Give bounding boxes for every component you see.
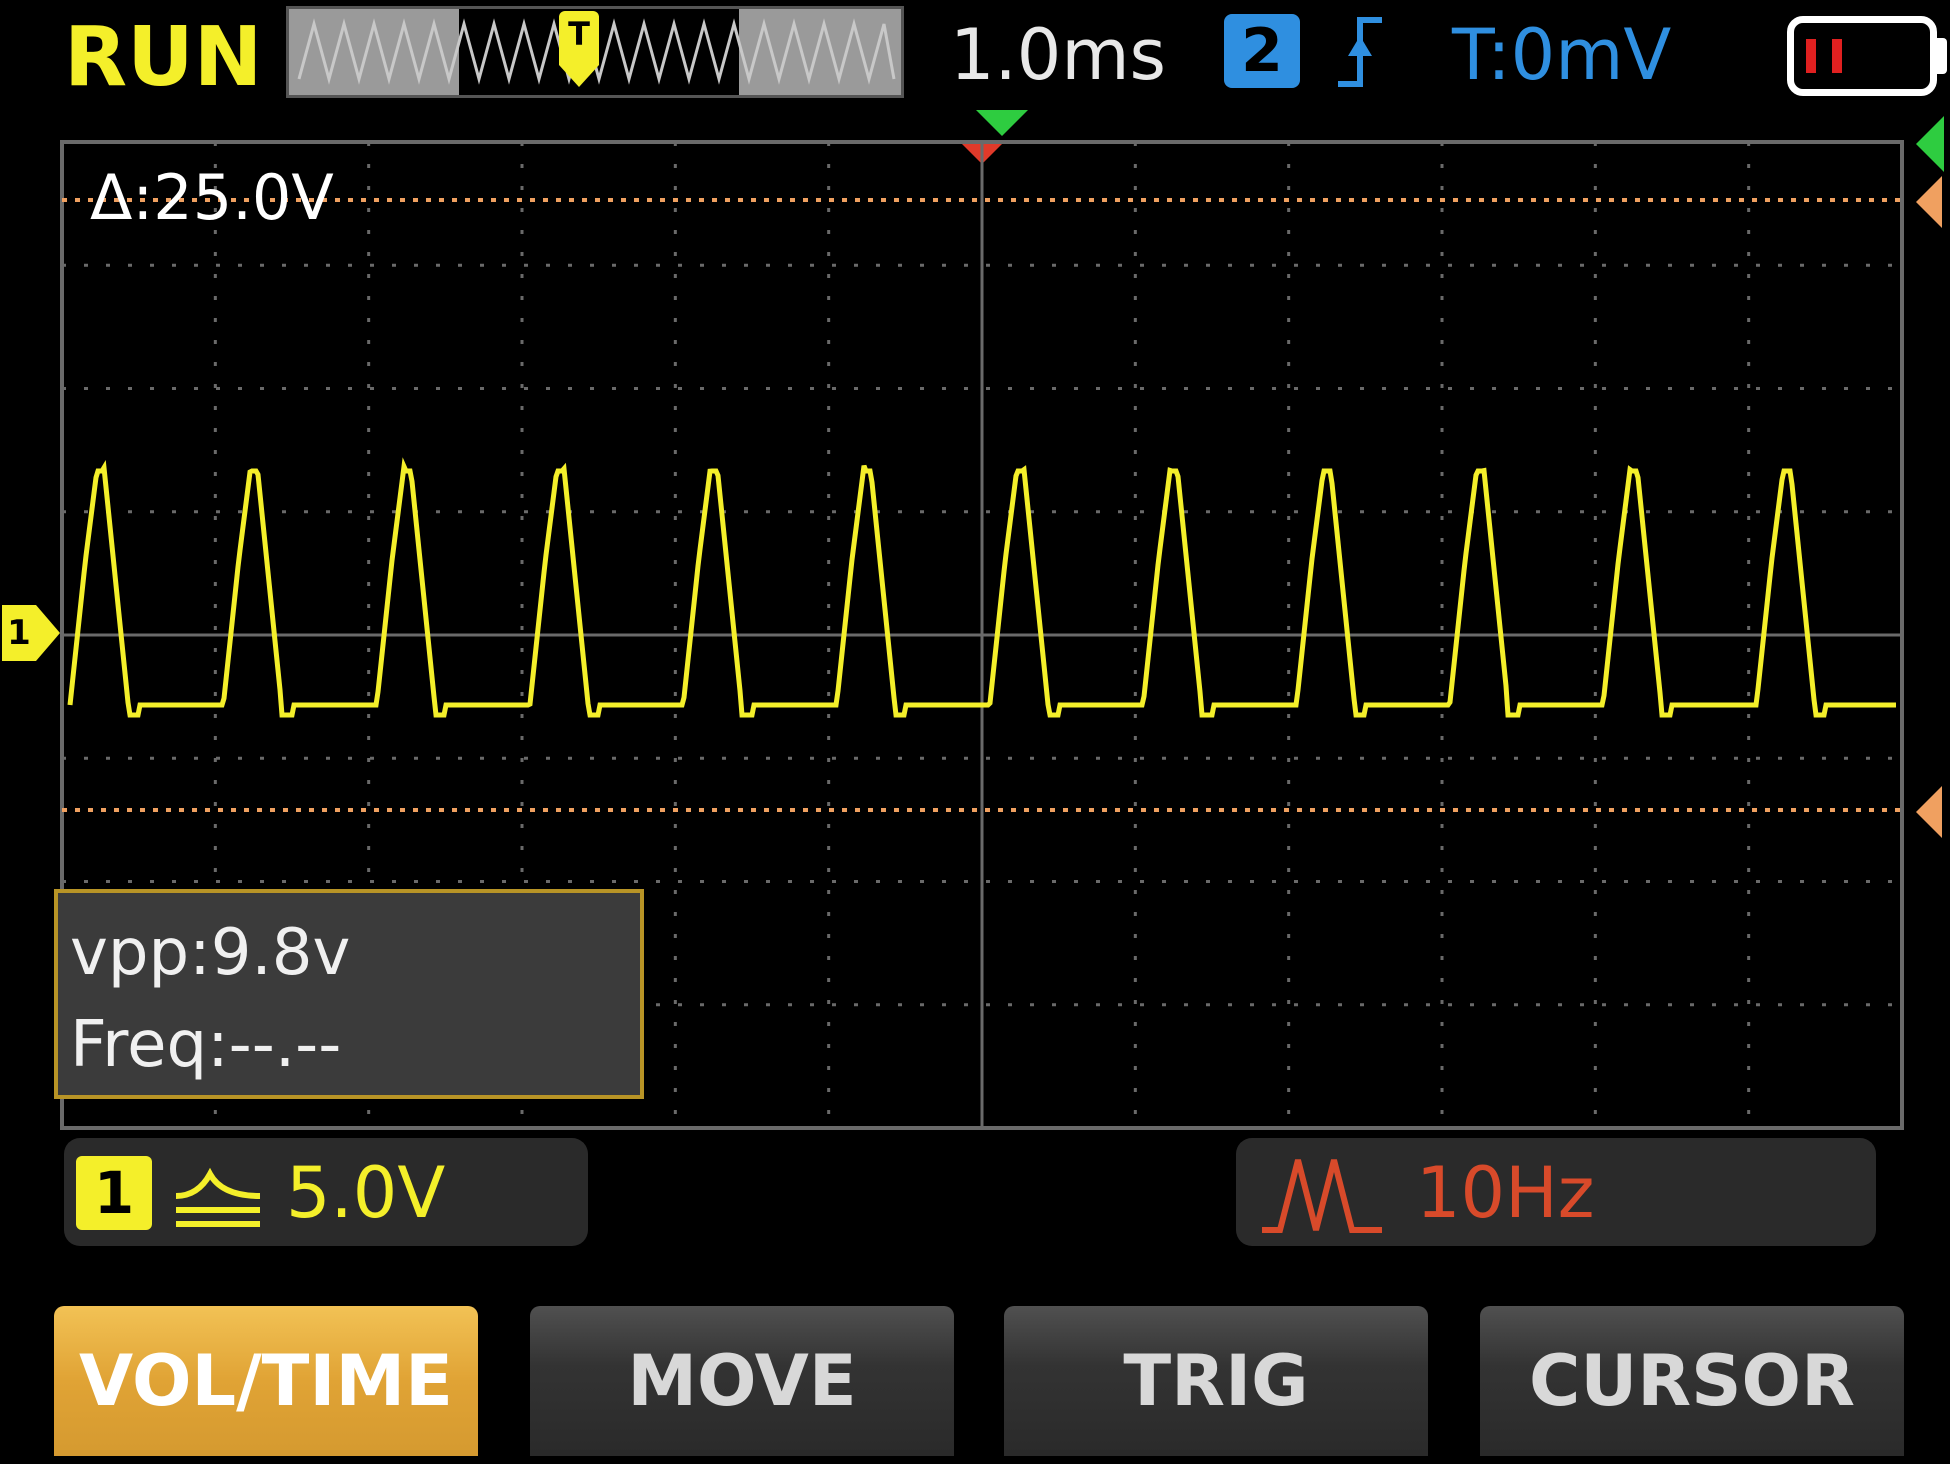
signal-generator-panel[interactable]: 10Hz <box>1236 1138 1876 1246</box>
channel1-marker-tip <box>36 605 60 661</box>
generator-frequency: 10Hz <box>1416 1152 1595 1234</box>
trigger-time-marker[interactable] <box>976 110 1028 136</box>
waveform-overview: T <box>286 6 904 98</box>
pulse-wave-icon <box>1258 1152 1388 1236</box>
run-status: RUN <box>64 10 263 105</box>
dc-coupling-icon <box>170 1156 266 1232</box>
battery-low-icon <box>1787 16 1937 96</box>
trigger-channel-badge[interactable]: 2 <box>1224 14 1300 88</box>
frequency-readout: Freq:--.-- <box>70 1008 342 1082</box>
timebase-value[interactable]: 1.0ms <box>950 10 1166 100</box>
channel1-badge: 1 <box>76 1156 152 1230</box>
cursor-button[interactable]: CURSOR <box>1480 1306 1904 1456</box>
trigger-level[interactable]: T:0mV <box>1452 10 1671 100</box>
measurement-panel: vpp:9.8v Freq:--.-- <box>54 889 644 1099</box>
trigger-position-marker: T <box>559 11 599 87</box>
move-button[interactable]: MOVE <box>530 1306 954 1456</box>
vol-time-button[interactable]: VOL/TIME <box>54 1306 478 1456</box>
channel2-level-marker[interactable] <box>1916 116 1944 172</box>
vpp-readout: vpp:9.8v <box>70 916 351 990</box>
cursor-delta-readout: Δ:25.0V <box>90 161 334 234</box>
channel1-ground-marker[interactable]: 1 <box>2 605 36 661</box>
channel1-volts-per-div: 5.0V <box>286 1152 446 1234</box>
cursor-bottom-marker[interactable] <box>1916 786 1942 838</box>
rising-edge-icon[interactable] <box>1330 12 1390 92</box>
trig-button[interactable]: TRIG <box>1004 1306 1428 1456</box>
cursor-top-marker[interactable] <box>1916 176 1942 228</box>
battery-tip <box>1937 38 1947 74</box>
channel1-panel[interactable]: 1 5.0V <box>64 1138 588 1246</box>
